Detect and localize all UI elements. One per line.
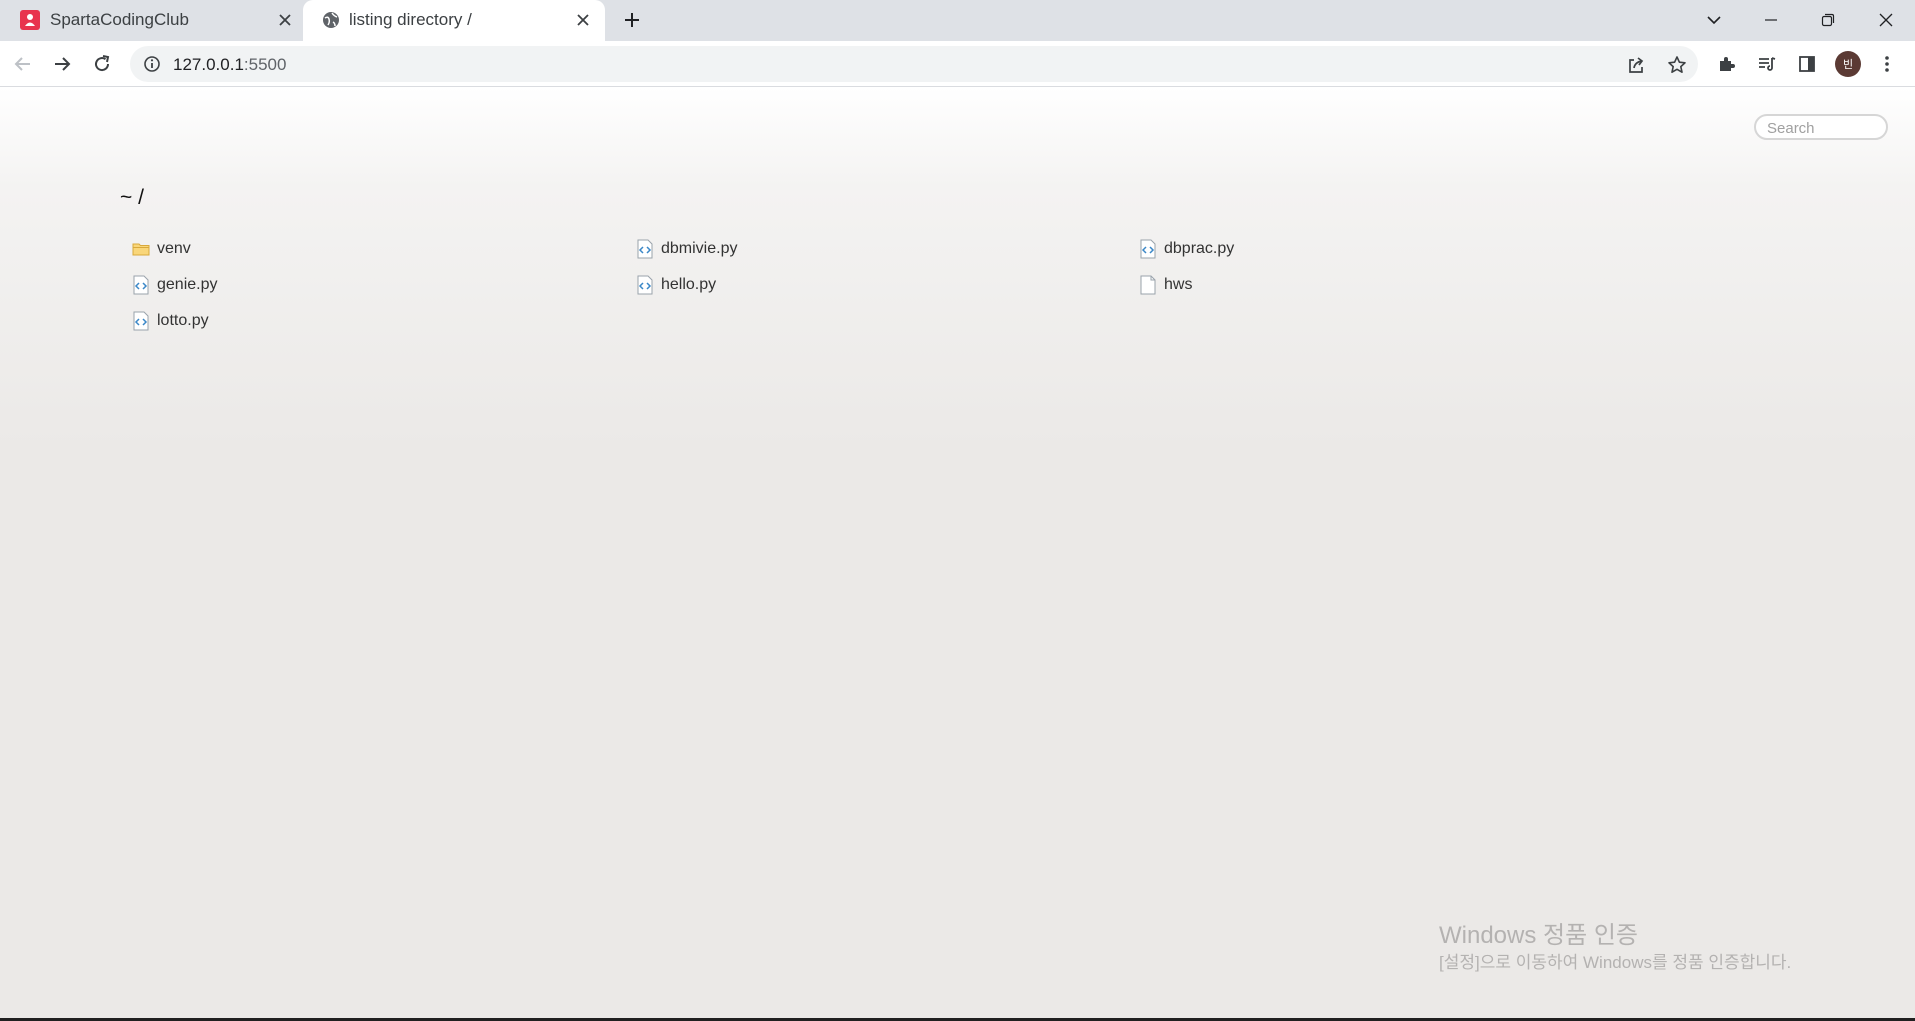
side-panel-icon[interactable] bbox=[1796, 53, 1818, 75]
bookmark-star-icon[interactable] bbox=[1666, 54, 1688, 76]
list-item-file[interactable]: lotto.py bbox=[132, 309, 209, 333]
plus-icon[interactable] bbox=[620, 8, 644, 32]
blank-file-icon bbox=[1139, 275, 1157, 295]
list-item-file[interactable]: hws bbox=[1139, 273, 1192, 297]
reading-list-icon[interactable] bbox=[1756, 53, 1778, 75]
code-file-icon bbox=[1139, 239, 1157, 259]
directory-listing-page: ~ / venv dbmivie.py dbprac.py genie.py h… bbox=[0, 87, 1915, 1021]
code-file-icon bbox=[636, 239, 654, 259]
file-name: hws bbox=[1164, 276, 1193, 293]
url-text[interactable]: 127.0.0.1:5500 bbox=[173, 55, 286, 75]
share-icon[interactable] bbox=[1625, 54, 1647, 76]
minimize-icon[interactable] bbox=[1756, 5, 1786, 35]
list-item-file[interactable]: dbmivie.py bbox=[636, 237, 737, 261]
tab-search-icon[interactable] bbox=[1699, 5, 1729, 35]
address-bar[interactable]: 127.0.0.1:5500 bbox=[130, 46, 1698, 82]
more-menu-icon[interactable] bbox=[1876, 53, 1898, 75]
restore-icon[interactable] bbox=[1813, 5, 1843, 35]
file-name: lotto.py bbox=[157, 312, 209, 329]
tab-strip: SpartaCodingClub listing directory / bbox=[0, 0, 1915, 41]
info-icon[interactable] bbox=[142, 54, 162, 74]
windows-activation-message: [설정]으로 이동하여 Windows를 정품 인증합니다. bbox=[1439, 953, 1792, 972]
spartacodingclub-logo-icon bbox=[20, 10, 40, 30]
close-icon[interactable] bbox=[1871, 5, 1901, 35]
profile-avatar[interactable]: 빈 bbox=[1835, 51, 1861, 77]
search-input[interactable] bbox=[1754, 114, 1888, 140]
list-item-file[interactable]: hello.py bbox=[636, 273, 716, 297]
forward-arrow-icon[interactable] bbox=[50, 52, 74, 76]
file-name: dbprac.py bbox=[1164, 240, 1235, 257]
tab-listing-directory[interactable]: listing directory / bbox=[303, 0, 605, 41]
folder-icon bbox=[132, 239, 150, 259]
tab-title: SpartaCodingClub bbox=[50, 10, 189, 29]
code-file-icon bbox=[132, 311, 150, 331]
page-title: ~ / bbox=[120, 186, 144, 209]
extensions-icon[interactable] bbox=[1716, 53, 1738, 75]
list-item-folder[interactable]: venv bbox=[132, 237, 191, 261]
file-name: genie.py bbox=[157, 276, 218, 293]
tab-title: listing directory / bbox=[349, 10, 472, 29]
file-name: dbmivie.py bbox=[661, 240, 738, 257]
windows-activation-title: Windows 정품 인증 bbox=[1439, 922, 1639, 949]
url-port: :5500 bbox=[243, 55, 287, 74]
globe-icon bbox=[321, 10, 341, 30]
close-tab-icon[interactable] bbox=[573, 10, 593, 30]
reload-icon[interactable] bbox=[90, 52, 114, 76]
browser-toolbar: 127.0.0.1:5500 빈 bbox=[0, 41, 1915, 87]
url-host: 127.0.0.1 bbox=[173, 55, 244, 74]
file-name: hello.py bbox=[661, 276, 717, 293]
tab-spartacodingclub[interactable]: SpartaCodingClub bbox=[0, 0, 303, 41]
file-name: venv bbox=[157, 240, 191, 257]
close-tab-icon[interactable] bbox=[275, 10, 295, 30]
list-item-file[interactable]: genie.py bbox=[132, 273, 218, 297]
code-file-icon bbox=[132, 275, 150, 295]
list-item-file[interactable]: dbprac.py bbox=[1139, 237, 1234, 261]
code-file-icon bbox=[636, 275, 654, 295]
back-arrow-icon[interactable] bbox=[11, 52, 35, 76]
